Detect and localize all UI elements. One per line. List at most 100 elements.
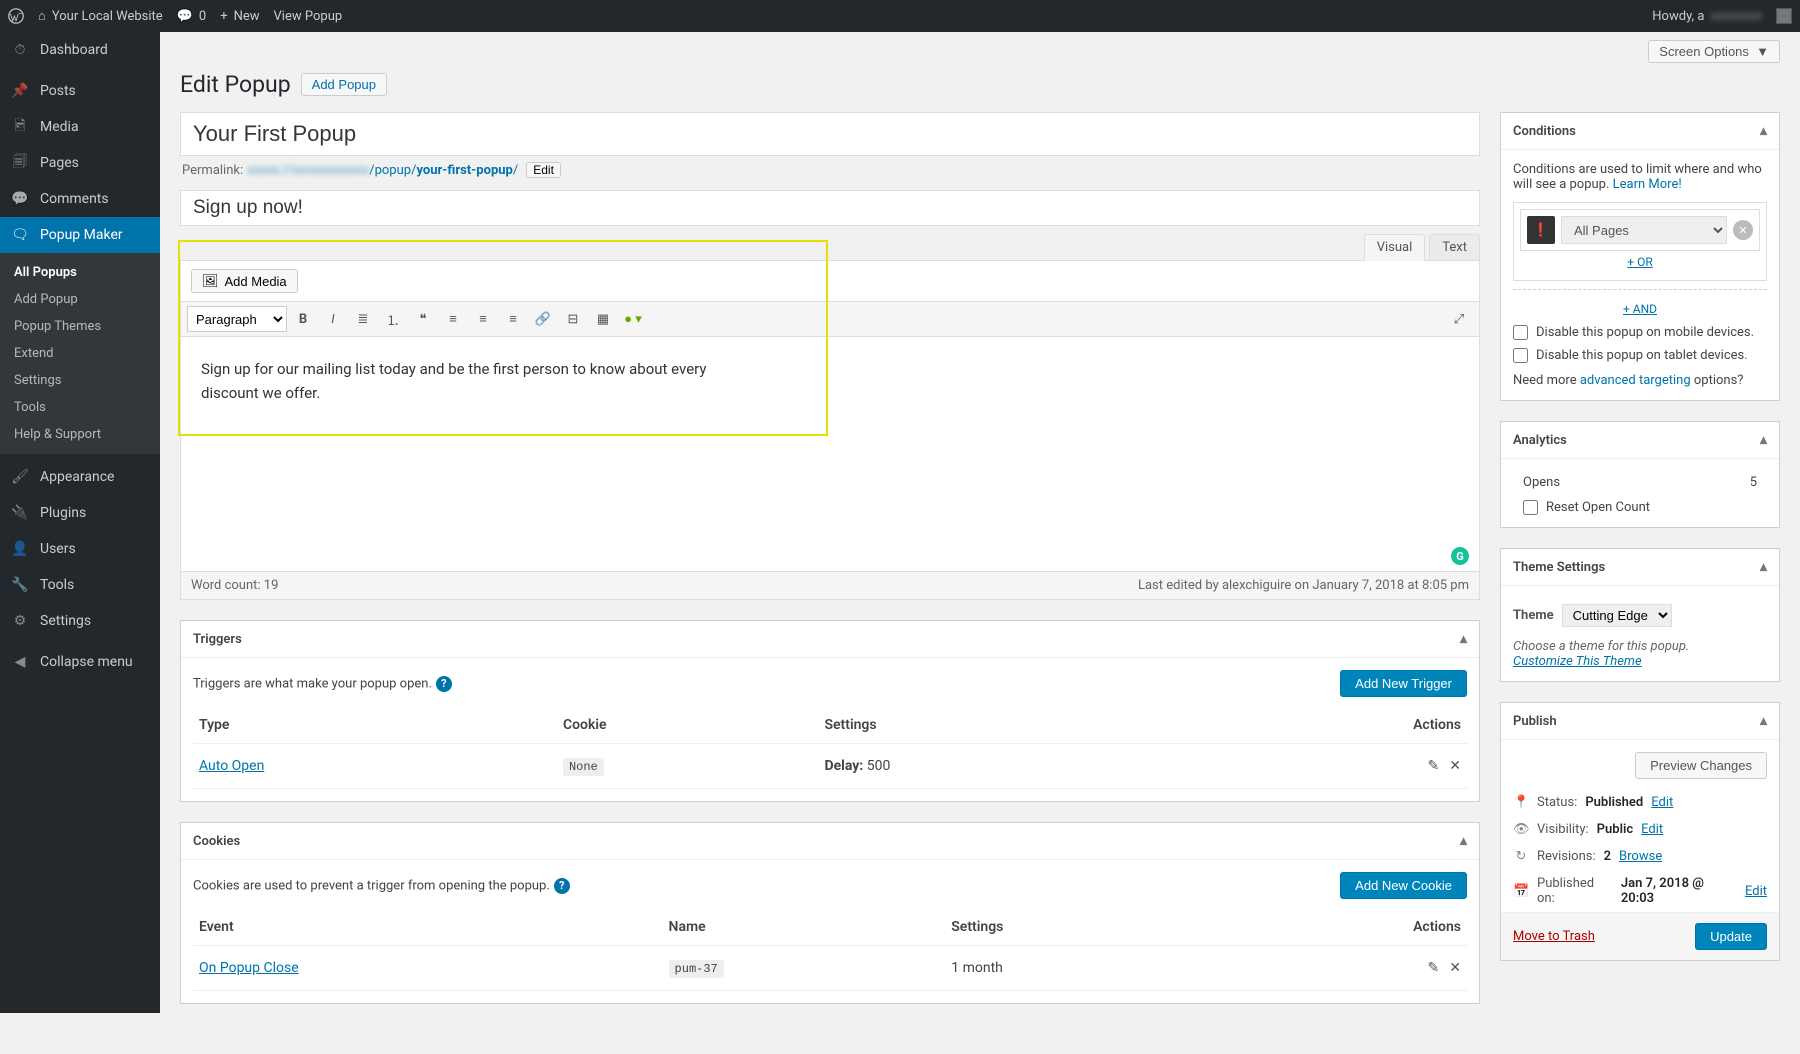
sub-item-popup-themes[interactable]: Popup Themes — [0, 313, 160, 340]
move-to-trash-link[interactable]: Move to Trash — [1513, 929, 1595, 944]
sidebar-item-plugins[interactable]: 🔌Plugins — [0, 495, 160, 531]
permalink-link[interactable]: xxxxx://xxxxxxxxxxxx/popup/your-first-po… — [247, 163, 518, 178]
sidebar-item-settings[interactable]: ⚙Settings — [0, 603, 160, 639]
help-icon[interactable]: ? — [436, 676, 452, 692]
analytics-heading[interactable]: Analytics▴ — [1501, 422, 1779, 459]
sub-item-tools[interactable]: Tools — [0, 394, 160, 421]
bulleted-list-icon[interactable]: ≣ — [349, 306, 377, 332]
sub-item-settings[interactable]: Settings — [0, 367, 160, 394]
format-select[interactable]: Paragraph — [187, 306, 287, 332]
toolbar-toggle-icon[interactable]: ▦ — [589, 306, 617, 332]
align-center-icon[interactable]: ≡ — [469, 306, 497, 332]
insert-more-icon[interactable]: ⊟ — [559, 306, 587, 332]
toggle-icon[interactable]: ▴ — [1760, 559, 1767, 575]
edit-visibility-link[interactable]: Edit — [1641, 822, 1663, 837]
col-settings: Settings — [945, 909, 1215, 946]
add-popup-button[interactable]: Add Popup — [301, 73, 387, 96]
condition-select[interactable]: All Pages — [1561, 216, 1727, 244]
disable-tablet-check[interactable]: Disable this popup on tablet devices. — [1513, 344, 1767, 367]
preview-changes-button[interactable]: Preview Changes — [1635, 752, 1767, 779]
popup-title-input[interactable] — [180, 112, 1480, 156]
sidebar-item-media[interactable]: 🖻Media — [0, 109, 160, 145]
reset-count-label: Reset Open Count — [1546, 500, 1650, 515]
disable-tablet-checkbox[interactable] — [1513, 348, 1528, 363]
blockquote-icon[interactable]: ❝ — [409, 306, 437, 332]
insert-link-icon[interactable]: 🔗 — [529, 306, 557, 332]
grammarly-icon[interactable]: G — [1451, 547, 1469, 565]
cookie-event-link[interactable]: On Popup Close — [199, 960, 299, 976]
cookies-toggle-icon[interactable]: ▴ — [1460, 833, 1467, 849]
editor-body[interactable]: Sign up for our mailing list today and b… — [180, 337, 1480, 572]
permalink-edit-button[interactable]: Edit — [526, 162, 561, 178]
update-button[interactable]: Update — [1695, 923, 1767, 950]
edit-status-link[interactable]: Edit — [1651, 795, 1673, 810]
disable-mobile-check[interactable]: Disable this popup on mobile devices. — [1513, 321, 1767, 344]
help-icon[interactable]: ? — [554, 878, 570, 894]
sub-item-help-support[interactable]: Help & Support — [0, 421, 160, 448]
reset-count-checkbox[interactable] — [1523, 500, 1538, 515]
theme-select[interactable]: Cutting Edge — [1562, 604, 1672, 627]
avatar[interactable] — [1776, 8, 1792, 24]
add-and-link[interactable]: + AND — [1623, 302, 1657, 316]
add-or-link[interactable]: + OR — [1627, 255, 1652, 269]
cookies-heading[interactable]: Cookies ▴ — [181, 823, 1479, 860]
publish-heading[interactable]: Publish▴ — [1501, 703, 1779, 740]
toggle-icon[interactable]: ▴ — [1760, 123, 1767, 139]
not-operand-icon[interactable]: ❗ — [1527, 216, 1555, 244]
editor-tab-visual[interactable]: Visual — [1364, 234, 1426, 261]
add-media-button[interactable]: 🖼 Add Media — [191, 269, 298, 293]
fullscreen-icon[interactable]: ⤢ — [1445, 306, 1473, 332]
advanced-targeting-link[interactable]: advanced targeting — [1580, 373, 1691, 388]
reset-count-check[interactable]: Reset Open Count — [1513, 494, 1767, 515]
site-name-link[interactable]: ⌂ Your Local Website — [38, 8, 163, 24]
remove-condition-icon[interactable]: ✕ — [1733, 220, 1753, 240]
triggers-toggle-icon[interactable]: ▴ — [1460, 631, 1467, 647]
col-type: Type — [193, 707, 557, 744]
align-right-icon[interactable]: ≡ — [499, 306, 527, 332]
edit-date-link[interactable]: Edit — [1745, 884, 1767, 899]
screen-options-button[interactable]: Screen Options ▼ — [1648, 40, 1780, 63]
new-content-link[interactable]: + New — [220, 9, 259, 24]
bold-icon[interactable]: B — [289, 306, 317, 332]
sidebar-item-users[interactable]: 👤Users — [0, 531, 160, 567]
sidebar-item-dashboard[interactable]: ⏱Dashboard — [0, 32, 160, 68]
align-left-icon[interactable]: ≡ — [439, 306, 467, 332]
add-trigger-button[interactable]: Add New Trigger — [1340, 670, 1467, 697]
italic-icon[interactable]: I — [319, 306, 347, 332]
sidebar-item-label: Posts — [40, 83, 76, 99]
sidebar-item-posts[interactable]: 📌Posts — [0, 73, 160, 109]
theme-heading[interactable]: Theme Settings▴ — [1501, 549, 1779, 586]
triggers-heading[interactable]: Triggers ▴ — [181, 621, 1479, 658]
sub-item-add-popup[interactable]: Add Popup — [0, 286, 160, 313]
numbered-list-icon[interactable]: ⒈ — [379, 306, 407, 332]
sidebar-item-popup-maker[interactable]: 🗨Popup Maker — [0, 217, 160, 253]
comments-link[interactable]: 💬 0 — [177, 9, 207, 24]
popup-subtitle-input[interactable] — [180, 190, 1480, 226]
toggle-icon[interactable]: ▴ — [1760, 432, 1767, 448]
add-cookie-button[interactable]: Add New Cookie — [1340, 872, 1467, 899]
sidebar-item-collapse[interactable]: ◀Collapse menu — [0, 644, 160, 680]
sidebar-item-pages[interactable]: 🗐Pages — [0, 145, 160, 181]
browse-revisions-link[interactable]: Browse — [1619, 849, 1662, 864]
sidebar-item-tools[interactable]: 🔧Tools — [0, 567, 160, 603]
color-dropdown-icon[interactable]: ● ▾ — [619, 306, 647, 332]
editor-tab-text[interactable]: Text — [1429, 234, 1480, 260]
disable-mobile-checkbox[interactable] — [1513, 325, 1528, 340]
sub-item-all-popups[interactable]: All Popups — [0, 259, 160, 286]
wp-logo-icon[interactable] — [8, 8, 24, 24]
learn-more-link[interactable]: Learn More! — [1613, 177, 1682, 192]
delete-icon[interactable]: ✕ — [1449, 960, 1461, 976]
customize-theme-link[interactable]: Customize This Theme — [1513, 654, 1642, 669]
col-event: Event — [193, 909, 663, 946]
conditions-heading[interactable]: Conditions▴ — [1501, 113, 1779, 150]
toggle-icon[interactable]: ▴ — [1760, 713, 1767, 729]
edit-icon[interactable]: ✎ — [1428, 960, 1440, 976]
delete-icon[interactable]: ✕ — [1449, 758, 1461, 774]
view-popup-link[interactable]: View Popup — [274, 9, 343, 24]
trigger-type-link[interactable]: Auto Open — [199, 758, 264, 774]
sidebar-item-appearance[interactable]: 🖌Appearance — [0, 459, 160, 495]
sidebar-item-comments[interactable]: 💬Comments — [0, 181, 160, 217]
howdy-link[interactable]: Howdy, axxxxxxxx — [1652, 9, 1762, 24]
edit-icon[interactable]: ✎ — [1428, 758, 1440, 774]
sub-item-extend[interactable]: Extend — [0, 340, 160, 367]
